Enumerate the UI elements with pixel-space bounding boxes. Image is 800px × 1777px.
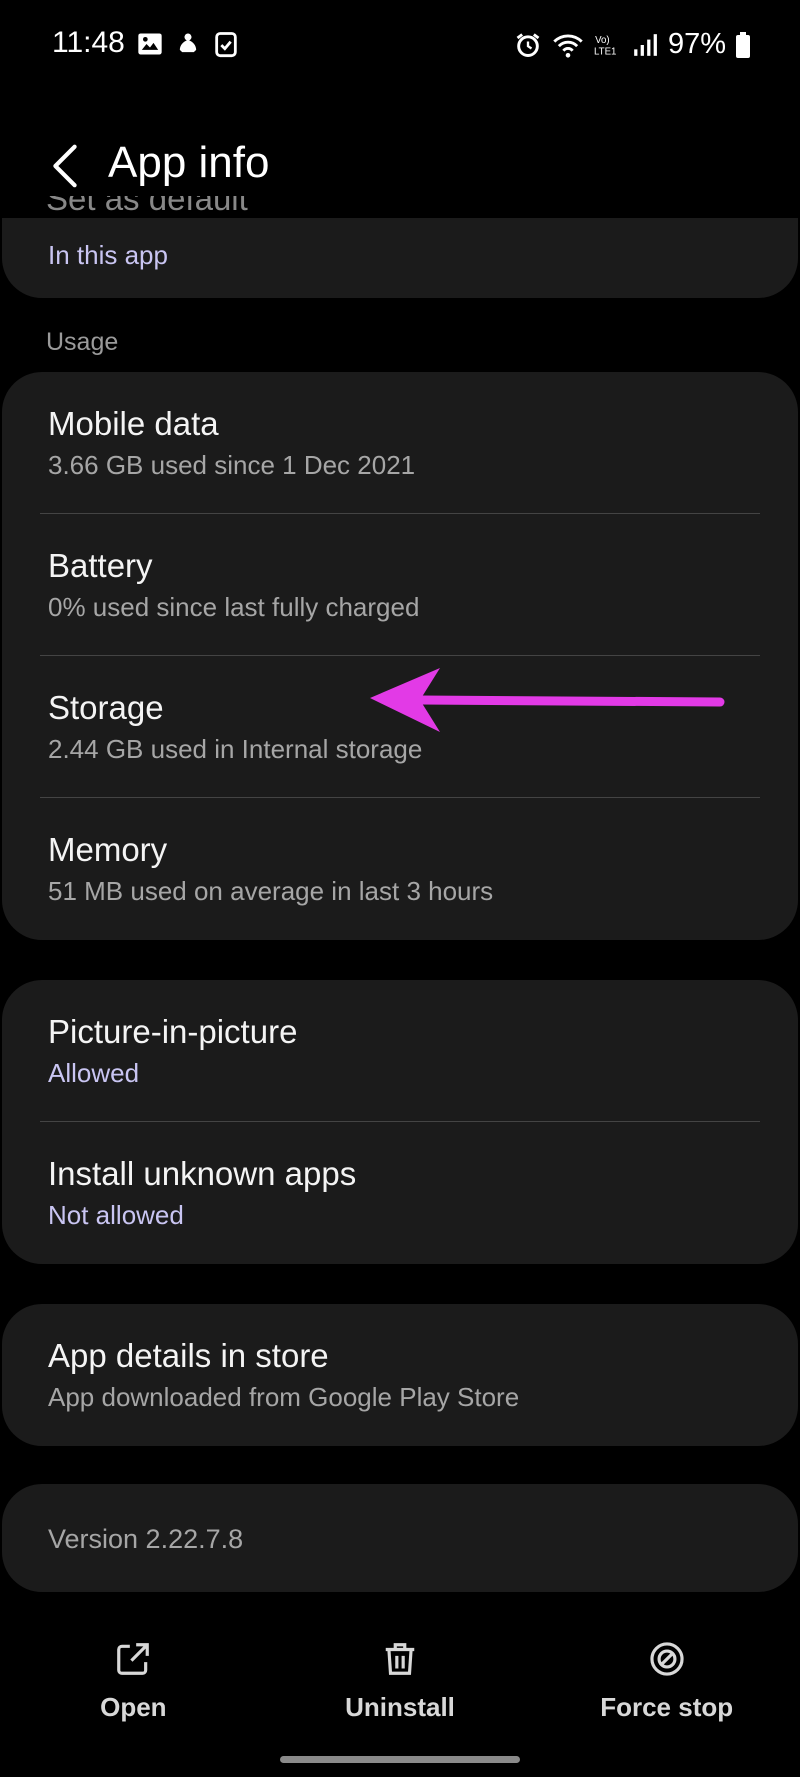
memory-row[interactable]: Memory 51 MB used on average in last 3 h… <box>2 798 798 940</box>
annotation-arrow-icon <box>370 668 725 732</box>
wifi-icon <box>553 34 583 58</box>
mobile-data-row[interactable]: Mobile data 3.66 GB used since 1 Dec 202… <box>2 372 798 514</box>
force-stop-icon <box>650 1642 684 1676</box>
notification-icon <box>179 33 197 53</box>
set-as-default-subtitle: In this app <box>48 240 168 270</box>
mobile-data-title: Mobile data <box>48 405 219 442</box>
store-card[interactable]: App details in store App downloaded from… <box>2 1304 798 1446</box>
gallery-icon <box>138 33 162 55</box>
force-stop-label: Force stop <box>600 1692 734 1722</box>
memory-subtitle: 51 MB used on average in last 3 hours <box>48 876 494 906</box>
version-row: Version 2.22.7.8 <box>2 1484 798 1556</box>
action-bar: Open Uninstall Force stop <box>0 1640 800 1740</box>
version-card: Version 2.22.7.8 <box>2 1484 798 1592</box>
app-info-screen: 11:48 Vo) LTE1 97% App info In this app S… <box>0 0 800 1777</box>
open-button[interactable]: Open <box>0 1640 267 1740</box>
picture-in-picture-row[interactable]: Picture-in-picture Allowed <box>2 980 798 1122</box>
picture-in-picture-subtitle: Allowed <box>48 1058 140 1088</box>
status-left-icons <box>136 30 240 58</box>
usage-card: Mobile data 3.66 GB used since 1 Dec 202… <box>2 372 798 940</box>
signal-icon <box>634 33 657 56</box>
memory-title: Memory <box>48 831 168 868</box>
home-indicator[interactable] <box>280 1756 520 1763</box>
open-label: Open <box>100 1692 167 1722</box>
page-title: App info <box>108 138 270 187</box>
svg-text:Vo): Vo) <box>595 34 610 45</box>
open-icon <box>117 1643 150 1675</box>
usage-section-label: Usage <box>46 328 119 356</box>
uninstall-button[interactable]: Uninstall <box>267 1640 534 1740</box>
force-stop-button[interactable]: Force stop <box>533 1640 800 1740</box>
picture-in-picture-title: Picture-in-picture <box>48 1013 298 1050</box>
app-details-subtitle: App downloaded from Google Play Store <box>48 1382 520 1412</box>
battery-row[interactable]: Battery 0% used since last fully charged <box>2 514 798 656</box>
clipboard-icon <box>215 32 237 58</box>
set-as-default-card[interactable]: In this app <box>2 218 798 298</box>
back-button[interactable] <box>40 138 90 194</box>
mobile-data-subtitle: 3.66 GB used since 1 Dec 2021 <box>48 450 416 480</box>
status-time: 11:48 <box>52 26 125 59</box>
permissions-card: Picture-in-picture Allowed Install unkno… <box>2 980 798 1264</box>
svg-text:LTE1: LTE1 <box>594 46 616 57</box>
trash-icon <box>385 1643 415 1675</box>
install-unknown-apps-row[interactable]: Install unknown apps Not allowed <box>2 1122 798 1264</box>
back-icon <box>53 144 77 188</box>
app-details-row[interactable]: App details in store App downloaded from… <box>2 1304 798 1446</box>
set-as-default-row[interactable]: In this app <box>2 218 798 272</box>
lte-icon: Vo)LTE1 <box>594 34 616 57</box>
uninstall-label: Uninstall <box>345 1692 455 1722</box>
alarm-icon <box>516 32 540 57</box>
battery-percent: 97% <box>667 28 726 60</box>
install-unknown-apps-title: Install unknown apps <box>48 1155 357 1192</box>
status-bar: 11:48 Vo) LTE1 97% <box>0 0 800 90</box>
set-as-default-title: Set as default <box>46 196 248 217</box>
battery-title: Battery <box>48 547 153 584</box>
install-unknown-apps-subtitle: Not allowed <box>48 1200 184 1230</box>
version-text: Version 2.22.7.8 <box>48 1524 244 1554</box>
app-details-title: App details in store <box>48 1337 329 1374</box>
battery-icon <box>736 31 750 58</box>
battery-subtitle: 0% used since last fully charged <box>48 592 420 622</box>
status-right: Vo) LTE1 97% <box>514 28 750 61</box>
